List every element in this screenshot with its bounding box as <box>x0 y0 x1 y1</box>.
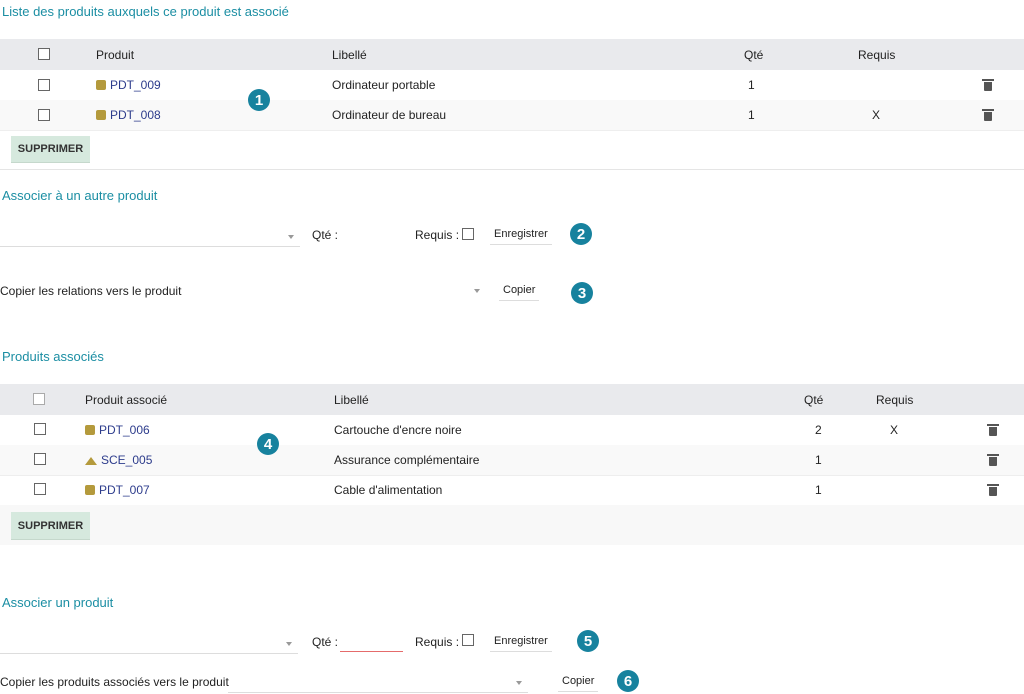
callout-badge: 4 <box>257 433 279 455</box>
section-title-associated-products: Produits associés <box>2 349 104 364</box>
callout-badge: 1 <box>248 89 270 111</box>
copy-target-select[interactable] <box>200 280 486 300</box>
product-link[interactable]: PDT_006 <box>85 423 150 437</box>
col-label: Libellé <box>334 392 369 407</box>
product-select[interactable] <box>0 226 300 247</box>
product-label: Cartouche d'encre noire <box>334 423 462 437</box>
product-code[interactable]: SCE_005 <box>101 453 152 467</box>
table-row: SCE_005 Assurance complémentaire 1 <box>0 445 1024 476</box>
copy-button[interactable]: Copier <box>558 671 599 692</box>
product-select[interactable] <box>0 633 298 654</box>
product-link[interactable]: PDT_008 <box>96 108 161 122</box>
section-title-associate-product: Associer un produit <box>2 595 114 610</box>
callout-badge: 2 <box>570 223 592 245</box>
product-link[interactable]: PDT_007 <box>85 483 150 497</box>
row-checkbox[interactable] <box>34 483 46 495</box>
chevron-down-icon <box>474 289 480 293</box>
select-all-checkbox[interactable] <box>33 393 45 405</box>
table-row: PDT_008 Ordinateur de bureau 1 X <box>0 100 1024 131</box>
required-checkbox[interactable] <box>462 634 474 646</box>
product-label: Cable d'alimentation <box>334 483 443 497</box>
col-qty: Qté <box>804 392 824 407</box>
product-label: Ordinateur de bureau <box>332 108 447 122</box>
col-qty: Qté <box>744 47 764 62</box>
col-product: Produit associé <box>85 392 168 407</box>
qty: 1 <box>748 108 755 122</box>
table-row: PDT_006 Cartouche d'encre noire 2 X <box>0 415 1024 446</box>
required-label: Requis : <box>415 228 460 242</box>
chevron-down-icon <box>516 681 522 685</box>
callout-badge: 6 <box>617 670 639 692</box>
trash-icon[interactable] <box>987 424 999 436</box>
box-icon <box>96 110 106 120</box>
product-label: Ordinateur portable <box>332 78 436 92</box>
product-label: Assurance complémentaire <box>334 453 480 467</box>
row-checkbox[interactable] <box>38 109 50 121</box>
select-all-checkbox[interactable] <box>38 48 50 60</box>
product-code[interactable]: PDT_007 <box>99 483 150 497</box>
copy-target-select[interactable] <box>228 672 528 693</box>
product-code[interactable]: PDT_009 <box>110 78 161 92</box>
copy-associated-label: Copier les produits associés vers le pro… <box>0 675 229 689</box>
divider <box>0 169 1024 170</box>
chevron-down-icon <box>286 642 292 646</box>
box-icon <box>85 485 95 495</box>
row-checkbox[interactable] <box>34 423 46 435</box>
required: X <box>872 108 881 122</box>
table-row: PDT_009 Ordinateur portable 1 <box>0 70 1024 101</box>
copy-button[interactable]: Copier <box>499 280 540 301</box>
qty: 1 <box>815 483 822 497</box>
trash-icon[interactable] <box>982 109 994 121</box>
delete-button[interactable]: SUPPRIMER <box>11 512 90 540</box>
delete-button[interactable]: SUPPRIMER <box>11 136 90 163</box>
trash-icon[interactable] <box>987 454 999 466</box>
qty-label: Qté : <box>312 635 339 649</box>
table-header: Produit associé Libellé Qté Requis <box>0 384 1024 415</box>
col-required: Requis <box>876 392 914 407</box>
required-label: Requis : <box>415 635 460 649</box>
qty: 1 <box>748 78 755 92</box>
trash-icon[interactable] <box>982 79 994 91</box>
trash-icon[interactable] <box>987 484 999 496</box>
col-label: Libellé <box>332 47 367 62</box>
box-icon <box>85 425 95 435</box>
product-link[interactable]: PDT_009 <box>96 78 161 92</box>
table-footer <box>0 505 1024 545</box>
product-code[interactable]: PDT_006 <box>99 423 150 437</box>
row-checkbox[interactable] <box>38 79 50 91</box>
chevron-down-icon <box>288 235 294 239</box>
product-code[interactable]: PDT_008 <box>110 108 161 122</box>
copy-relations-label: Copier les relations vers le produit <box>0 284 182 298</box>
qty-input[interactable] <box>340 631 403 652</box>
callout-badge: 3 <box>571 282 593 304</box>
box-icon <box>96 80 106 90</box>
row-checkbox[interactable] <box>34 453 46 465</box>
required: X <box>890 423 899 437</box>
col-product: Produit <box>96 47 135 62</box>
table-header: Produit Libellé Qté Requis <box>0 39 1024 70</box>
table-row: PDT_007 Cable d'alimentation 1 <box>0 475 1024 506</box>
col-required: Requis <box>858 47 896 62</box>
service-icon <box>85 457 97 465</box>
save-button[interactable]: Enregistrer <box>490 224 552 245</box>
callout-badge: 5 <box>577 630 599 652</box>
save-button[interactable]: Enregistrer <box>490 631 552 652</box>
section-title-associate-other: Associer à un autre produit <box>2 188 158 203</box>
product-link[interactable]: SCE_005 <box>85 453 152 467</box>
qty: 1 <box>815 453 822 467</box>
qty: 2 <box>815 423 822 437</box>
required-checkbox[interactable] <box>462 228 474 240</box>
qty-label: Qté : <box>312 228 339 242</box>
section-title-linked-products: Liste des produits auxquels ce produit e… <box>2 4 289 19</box>
